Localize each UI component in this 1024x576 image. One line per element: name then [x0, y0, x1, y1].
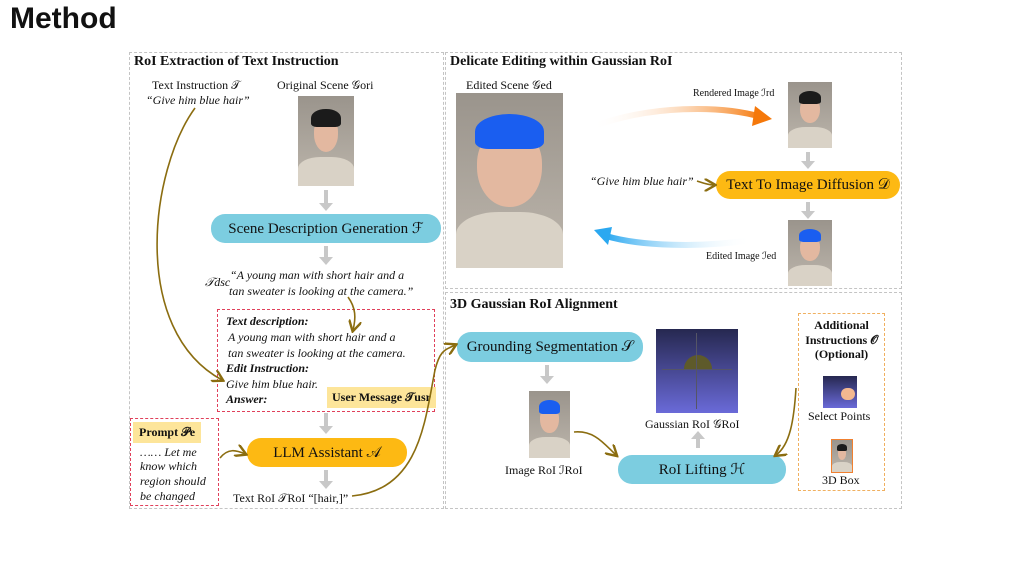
- text-roi-to-grounding-arrow: [351, 345, 455, 497]
- image-roi-to-lifting-arrow: [573, 431, 616, 455]
- additional-to-lifting-arrow: [776, 387, 797, 455]
- quote-to-diffusion-arrow: [696, 181, 714, 185]
- flow-arrows: [156, 105, 797, 497]
- render-arrow: [590, 105, 763, 130]
- tdsc-to-description-arrow: [347, 296, 355, 330]
- render-arrowhead: [752, 106, 772, 126]
- prompt-to-llm-arrow: [219, 451, 245, 459]
- instruction-to-edit-arrow: [156, 107, 222, 380]
- update-arrow: [605, 233, 753, 248]
- update-arrowhead: [594, 227, 612, 245]
